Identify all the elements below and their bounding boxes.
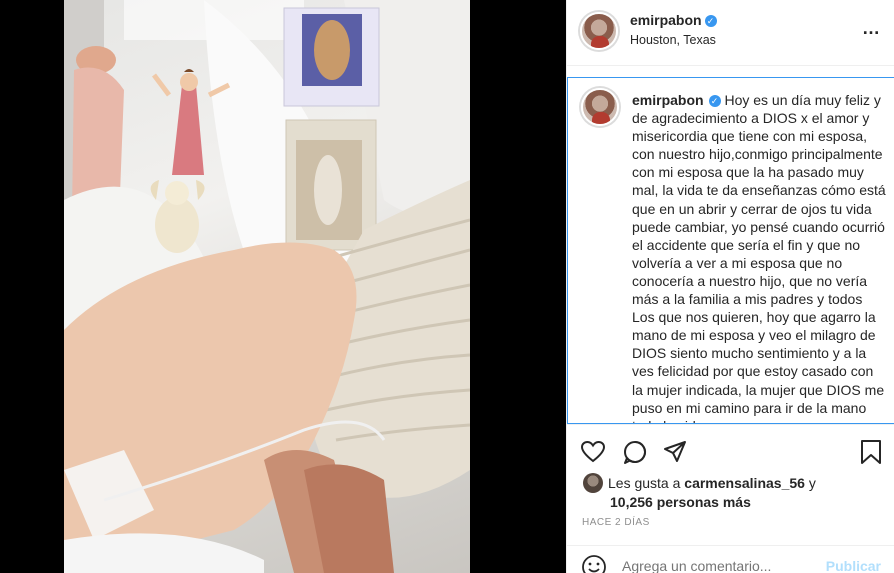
caption-username[interactable]: emirpabon xyxy=(632,92,704,108)
caption-avatar[interactable] xyxy=(581,88,619,126)
hospital-photo-illustration xyxy=(64,0,470,573)
likes-prefix: Les gusta a xyxy=(608,475,681,491)
post-photo xyxy=(64,0,470,573)
caption-scroll-area[interactable]: emirpabon ✓ Hoy es un día muy feliz y de … xyxy=(567,77,894,424)
location-link[interactable]: Houston, Texas xyxy=(630,33,716,47)
likes-summary: Les gusta a carmensalinas_56 y 10,256 pe… xyxy=(582,473,816,512)
username-text[interactable]: emirpabon xyxy=(630,12,702,28)
comment-bar: Publicar xyxy=(567,545,894,573)
more-options-icon[interactable]: … xyxy=(862,18,881,39)
post-caption: emirpabon ✓ Hoy es un día muy feliz y de … xyxy=(632,91,888,423)
heart-icon[interactable] xyxy=(580,439,606,465)
liker-username[interactable]: carmensalinas_56 xyxy=(684,475,805,491)
post-actions: Les gusta a carmensalinas_56 y 10,256 pe… xyxy=(567,424,894,545)
verified-icon: ✓ xyxy=(704,15,717,27)
bookmark-icon[interactable] xyxy=(858,439,884,465)
comment-icon[interactable] xyxy=(622,439,648,465)
comment-input[interactable] xyxy=(622,558,812,573)
caption-text: Hoy es un día muy feliz y de agradecimie… xyxy=(632,92,886,423)
post-sidebar: emirpabon ✓ Houston, Texas … emirpabon ✓ H… xyxy=(566,0,894,573)
share-icon[interactable] xyxy=(662,439,688,465)
post-header: emirpabon ✓ Houston, Texas … xyxy=(567,0,894,66)
likes-conjunction: y xyxy=(808,475,816,491)
smile-icon[interactable] xyxy=(581,554,607,573)
post-timestamp[interactable]: HACE 2 DÍAS xyxy=(582,517,650,528)
header-username[interactable]: emirpabon ✓ xyxy=(630,12,717,28)
avatar[interactable] xyxy=(580,12,618,50)
publish-button[interactable]: Publicar xyxy=(826,558,881,573)
caption-verified-icon: ✓ xyxy=(708,95,721,107)
likes-count[interactable]: 10,256 personas más xyxy=(610,494,751,510)
post-media[interactable] xyxy=(0,0,566,573)
liker-avatar[interactable] xyxy=(583,473,603,493)
